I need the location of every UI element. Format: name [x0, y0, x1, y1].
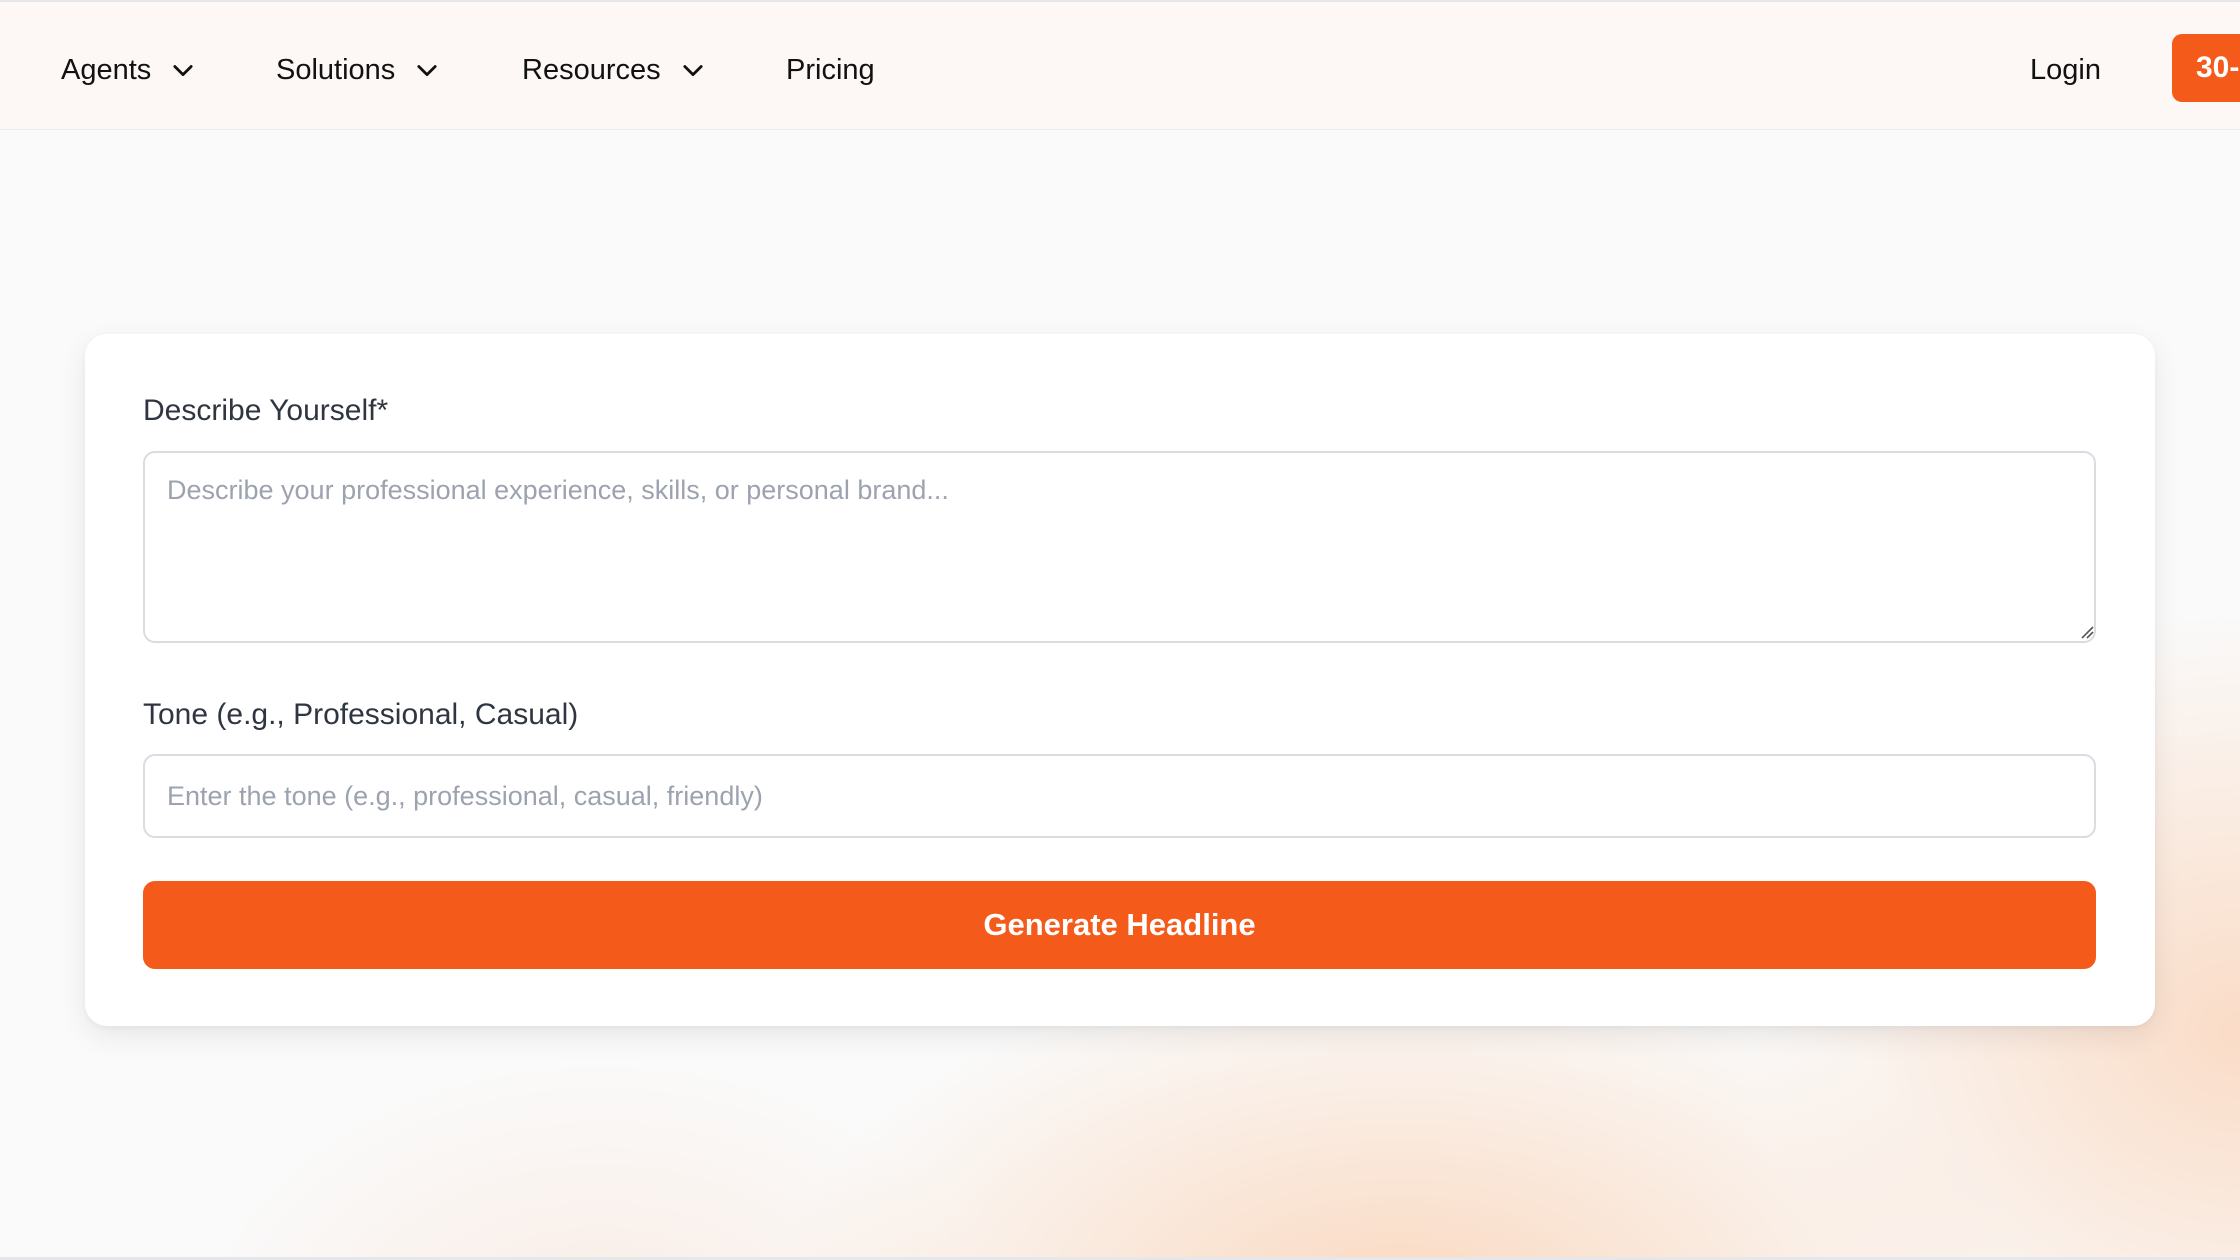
- generate-headline-button[interactable]: Generate Headline: [143, 881, 2096, 969]
- top-navbar: Agents Solutions Resources Pricing Login…: [0, 2, 2240, 130]
- tone-label: Tone (e.g., Professional, Casual): [143, 698, 579, 731]
- describe-yourself-textarea[interactable]: [143, 451, 2096, 643]
- resize-handle-icon[interactable]: [2080, 625, 2094, 639]
- chevron-down-icon: [173, 65, 193, 77]
- nav-item-pricing[interactable]: Pricing: [786, 46, 875, 94]
- chevron-down-icon: [683, 65, 703, 77]
- nav-item-label: Solutions: [276, 53, 396, 86]
- nav-item-solutions[interactable]: Solutions: [276, 46, 441, 94]
- trial-cta-button[interactable]: 30-: [2172, 34, 2240, 102]
- chevron-down-icon: [417, 65, 437, 77]
- nav-item-label: Pricing: [786, 53, 875, 86]
- headline-generator-form: Describe Yourself* Tone (e.g., Professio…: [85, 334, 2155, 1026]
- describe-yourself-label: Describe Yourself*: [143, 394, 389, 427]
- nav-item-agents[interactable]: Agents: [61, 46, 197, 94]
- login-link[interactable]: Login: [2030, 46, 2101, 94]
- nav-item-label: Resources: [522, 53, 661, 86]
- tone-input[interactable]: [143, 754, 2096, 838]
- nav-item-resources[interactable]: Resources: [522, 46, 707, 94]
- nav-item-label: Agents: [61, 53, 152, 86]
